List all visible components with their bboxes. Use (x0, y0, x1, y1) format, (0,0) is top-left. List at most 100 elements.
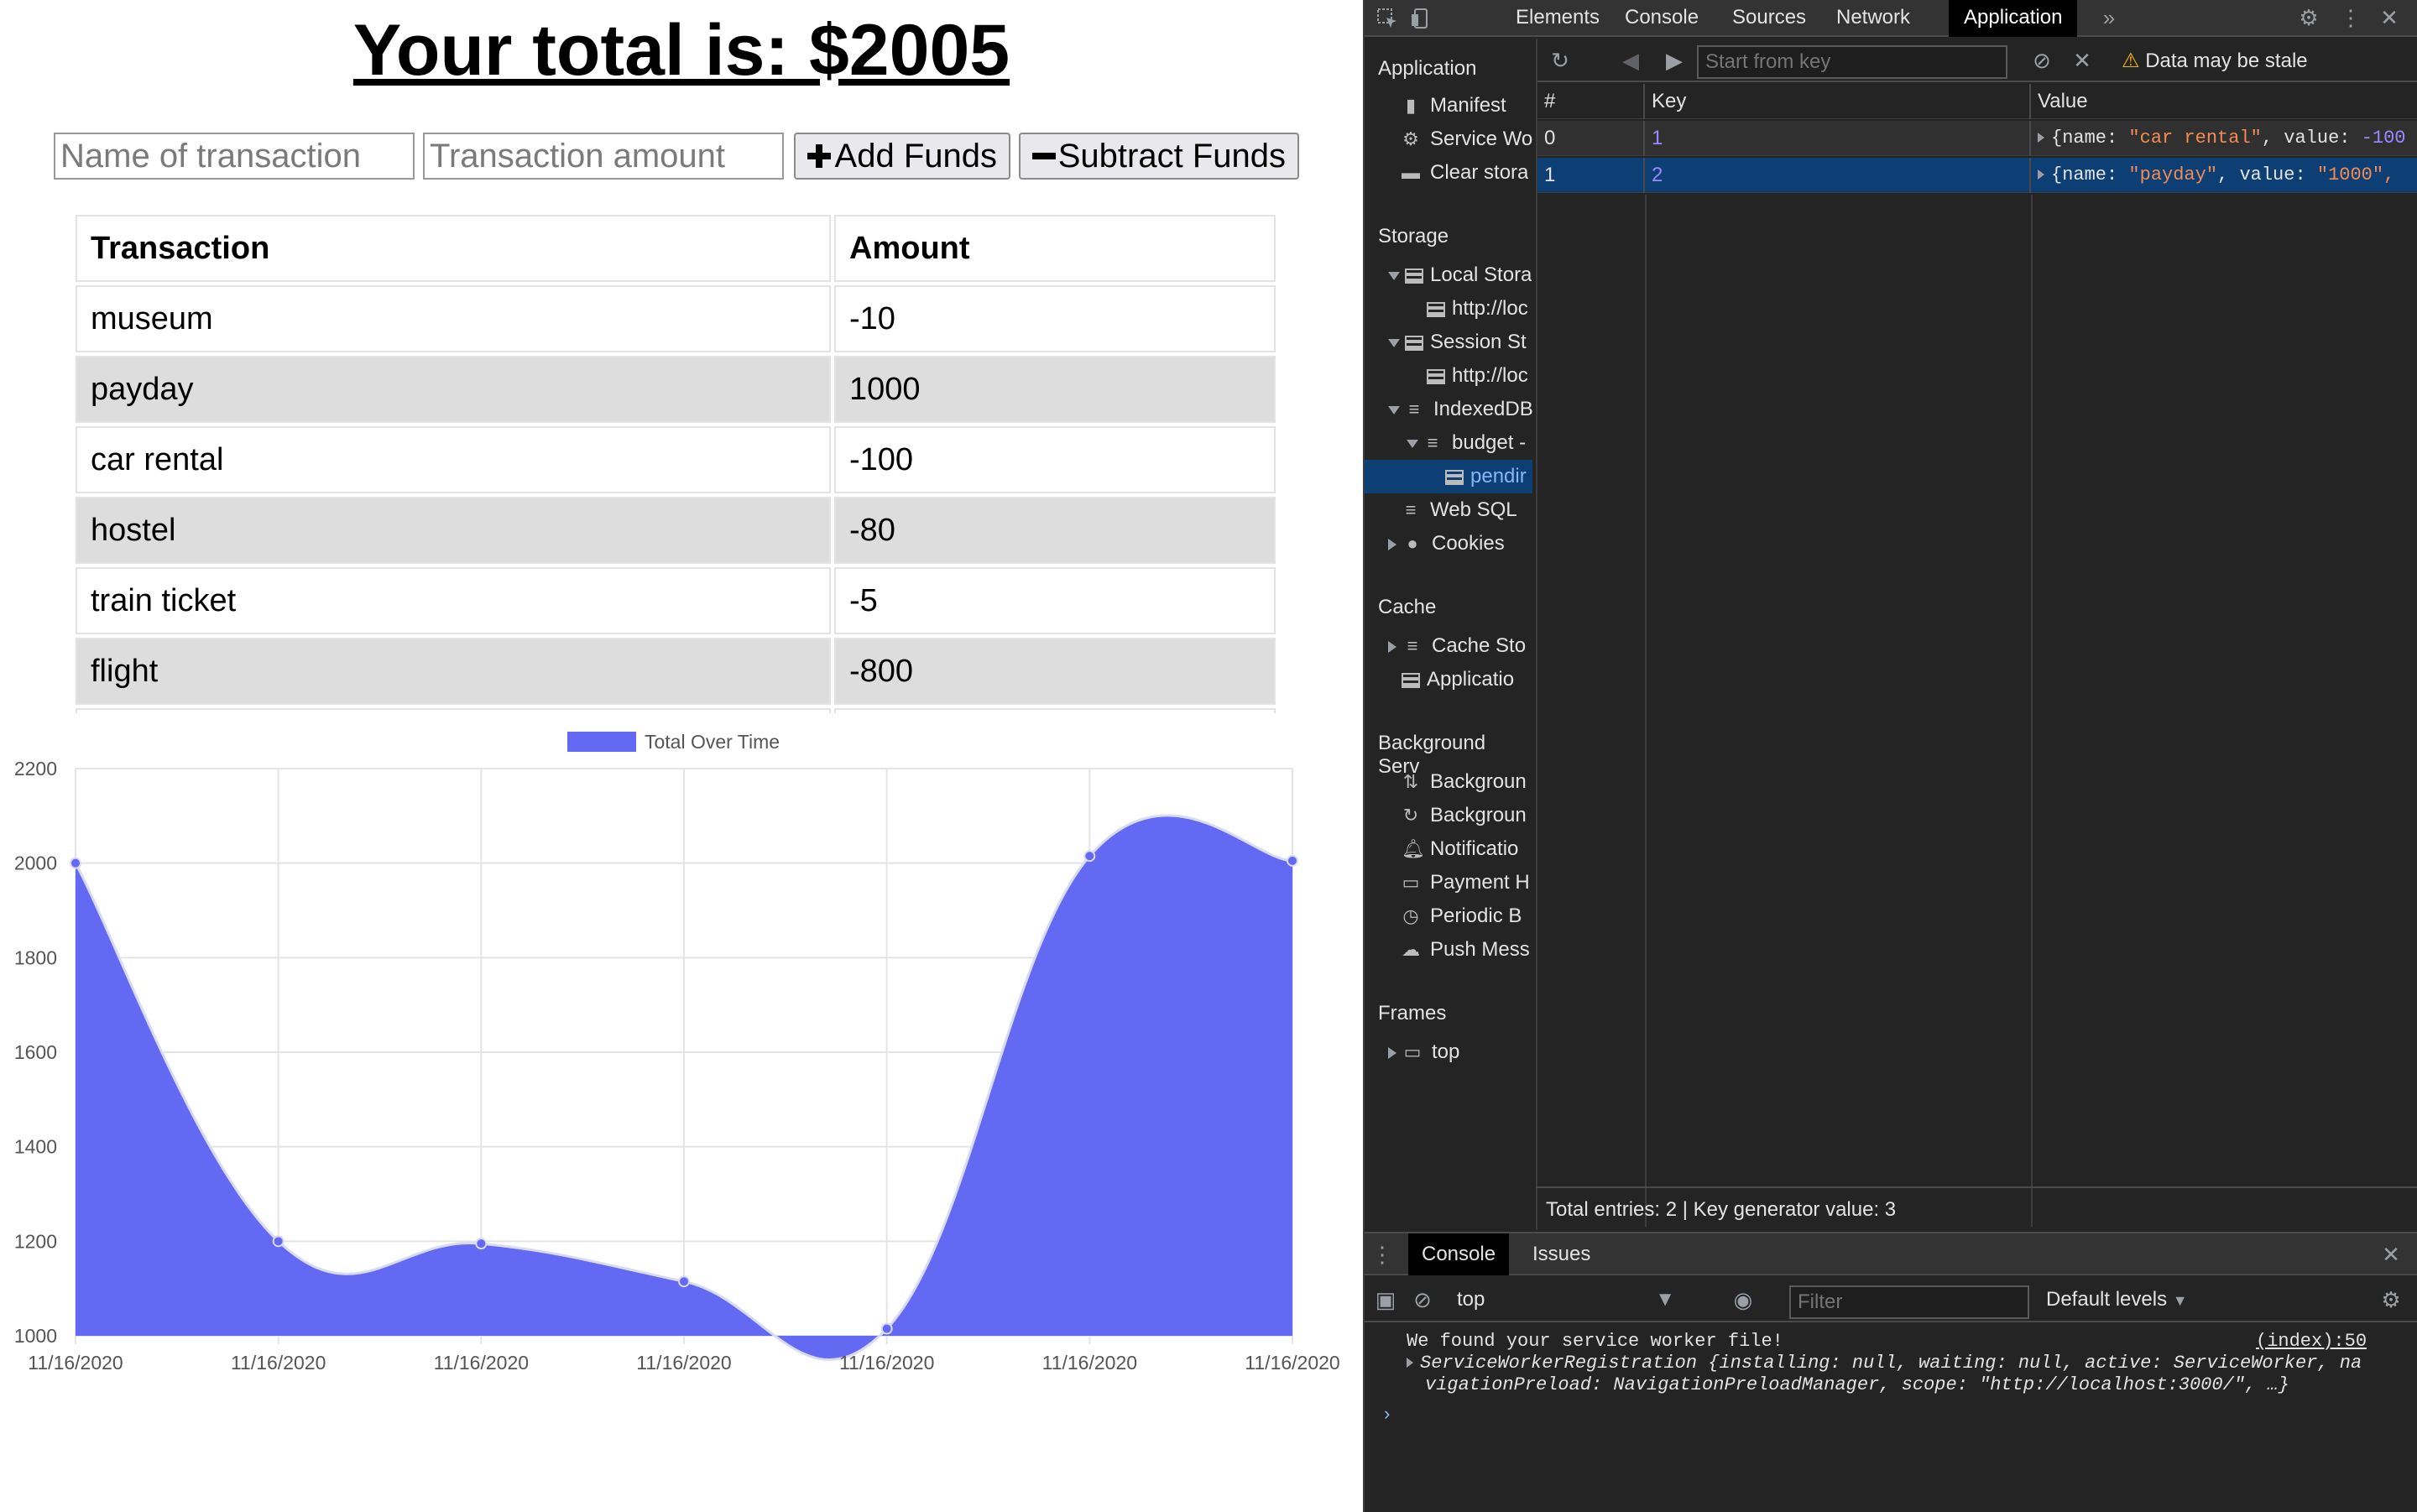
console-settings-icon[interactable]: ⚙ (2378, 1287, 2404, 1312)
sidebar-item-background-fetch[interactable]: ⇅ Backgroun (1402, 765, 1527, 799)
sidebar-item-cache-storage[interactable]: ≡ Cache Sto (1388, 629, 1526, 663)
row-value: {name: "payday", value: "1000", (2031, 158, 2417, 193)
expand-arrow-icon[interactable] (2038, 169, 2044, 180)
console-drawer: ⋮ Console Issues ✕ ▣ ⊘ top▼ ◉ Default le… (1365, 1232, 2417, 1512)
indexeddb-status-bar: Total entries: 2 | Key generator value: … (1536, 1186, 2417, 1230)
sidebar-item-push-messaging[interactable]: ☁ Push Mess (1402, 933, 1530, 967)
clear-console-icon[interactable]: ⊘ (1410, 1287, 1435, 1312)
expand-arrow-icon (1407, 439, 1418, 448)
close-icon[interactable]: ✕ (2377, 5, 2402, 30)
console-log-source-link[interactable]: (index):50 (2256, 1331, 2367, 1352)
table-icon (1405, 268, 1423, 284)
log-levels-dropdown[interactable]: Default levels ▼ (2046, 1287, 2188, 1313)
sidebar-item-local-storage[interactable]: Local Stora (1388, 258, 1532, 292)
tab-console[interactable]: Console (1610, 0, 1714, 37)
sidebar-item-local-storage-origin[interactable]: http://loc (1427, 292, 1528, 326)
drawer-tabbar: ⋮ Console Issues ✕ (1365, 1233, 2417, 1275)
sidebar-item-notifications[interactable]: 🔔︎ Notificatio (1402, 832, 1518, 866)
sidebar-item-budget-db[interactable]: ≡ budget - (1407, 426, 1526, 460)
x-tick-label: 11/16/2020 (839, 1352, 934, 1374)
close-drawer-icon[interactable]: ✕ (2378, 1242, 2404, 1267)
kebab-menu-icon[interactable]: ⋮ (2338, 5, 2363, 30)
sidebar-item-background-sync[interactable]: ↻ Backgroun (1402, 799, 1527, 832)
collapsed-arrow-icon (1388, 640, 1396, 653)
y-tick-label: 1800 (14, 946, 57, 968)
context-selector[interactable]: top ▼ (1457, 1287, 1692, 1312)
start-from-key-input[interactable] (1697, 45, 2007, 79)
transaction-name: museum (76, 285, 831, 352)
y-tick-label: 1200 (14, 1230, 57, 1252)
table-icon (1445, 469, 1464, 485)
chart-y-ticks: 1000 1200 1400 1600 1800 2000 2200 (14, 758, 57, 1347)
tab-application[interactable]: Application (1949, 0, 2078, 37)
previous-page-icon[interactable]: ◀ (1618, 48, 1643, 73)
sidebar-item-indexeddb[interactable]: ≡ IndexedDB (1388, 393, 1532, 426)
sidebar-item-service-workers[interactable]: ⚙ Service Wo (1402, 123, 1532, 156)
table-row: hostel -80 (76, 497, 1276, 564)
transactions-table-container[interactable]: Transaction Amount museum -10 payday 1000 … (72, 211, 1279, 713)
console-log-object[interactable]: ServiceWorkerRegistration {installing: n… (1407, 1353, 2362, 1374)
sidebar-header-application: Application (1378, 57, 1477, 80)
x-tick-label: 11/16/2020 (28, 1352, 123, 1374)
sidebar-item-manifest[interactable]: ▮ Manifest (1402, 89, 1506, 123)
sidebar-item-periodic-sync[interactable]: ◷ Periodic B (1402, 899, 1522, 933)
refresh-icon[interactable]: ↻ (1548, 48, 1573, 73)
add-funds-label: Add Funds (834, 137, 997, 175)
database-icon: ≡ (1408, 399, 1420, 420)
sidebar-item-cookies[interactable]: ● Cookies (1388, 527, 1505, 560)
show-sidebar-icon[interactable]: ▣ (1373, 1287, 1398, 1312)
data-point (475, 1238, 488, 1250)
tab-elements[interactable]: Elements (1501, 0, 1615, 37)
console-log-line: We found your service worker file! (1407, 1331, 1783, 1352)
clear-object-store-icon[interactable]: ⊘ (2029, 48, 2054, 73)
sidebar-item-payment-handler[interactable]: ▭ Payment H (1402, 866, 1530, 899)
tab-sources[interactable]: Sources (1717, 0, 1821, 37)
device-toolbar-icon[interactable] (1408, 6, 1433, 31)
x-tick-label: 11/16/2020 (636, 1352, 731, 1374)
sidebar-item-frame-top[interactable]: ▭ top (1388, 1035, 1459, 1069)
frame-icon: ▭ (1403, 1041, 1422, 1062)
table-row-selected[interactable]: 1 2 {name: "payday", value: "1000", (1537, 158, 2417, 193)
sidebar-header-frames: Frames (1378, 1002, 1447, 1025)
column-divider (1645, 195, 1647, 1227)
chart-x-ticks: 11/16/2020 11/16/2020 11/16/2020 11/16/2020… (28, 1352, 1339, 1374)
table-icon (1402, 672, 1420, 688)
sidebar-header-cache: Cache (1378, 596, 1437, 618)
sidebar-item-application-cache[interactable]: Applicatio (1402, 663, 1514, 696)
drawer-tab-issues[interactable]: Issues (1519, 1233, 1604, 1275)
row-index: 0 (1537, 121, 1645, 156)
transaction-amount-input[interactable] (423, 133, 784, 180)
sidebar-item-session-storage-origin[interactable]: http://loc (1427, 359, 1528, 393)
table-row: museum -10 (76, 285, 1276, 352)
database-icon: ≡ (1405, 499, 1417, 520)
transaction-name-input[interactable] (54, 133, 415, 180)
console-prompt-icon[interactable]: › (1381, 1405, 1392, 1426)
transaction-name: payday (76, 356, 831, 423)
table-header-row: # Key Value (1537, 84, 2417, 119)
table-row[interactable]: 0 1 {name: "car rental", value: -100 (1537, 121, 2417, 156)
sidebar-item-clear-storage[interactable]: ▬ Clear stora (1402, 156, 1528, 190)
drawer-menu-icon[interactable]: ⋮ (1370, 1242, 1395, 1267)
drawer-tab-console[interactable]: Console (1408, 1233, 1510, 1275)
delete-selected-icon[interactable]: ✕ (2070, 48, 2095, 73)
sidebar-item-session-storage[interactable]: Session St (1388, 326, 1527, 359)
more-tabs-icon[interactable]: » (2096, 5, 2122, 30)
gear-icon[interactable]: ⚙ (2296, 5, 2321, 30)
subtract-funds-button[interactable]: Subtract Funds (1019, 133, 1299, 180)
devtools-tabbar: Elements Console Sources Network Applica… (1365, 0, 2417, 37)
database-icon: ≡ (1427, 432, 1438, 453)
bell-icon: 🔔︎ (1402, 838, 1425, 859)
clock-icon: ◷ (1402, 905, 1419, 926)
next-page-icon[interactable]: ▶ (1662, 48, 1687, 73)
eye-icon[interactable]: ◉ (1731, 1287, 1756, 1312)
data-point (1083, 850, 1096, 863)
tab-network[interactable]: Network (1821, 0, 1925, 37)
add-funds-button[interactable]: Add Funds (794, 133, 1010, 180)
indexeddb-toolbar: ↻ ◀ ▶ ⊘ ✕ ⚠ Data may be stale (1537, 39, 2417, 82)
sidebar-item-pending-store[interactable]: pendir (1365, 460, 1532, 493)
expand-arrow-icon[interactable] (2038, 133, 2044, 143)
console-filter-input[interactable] (1789, 1285, 2029, 1319)
legend-swatch (567, 732, 636, 752)
inspect-element-icon[interactable] (1375, 6, 1400, 31)
sidebar-item-web-sql[interactable]: ≡ Web SQL (1402, 493, 1517, 527)
